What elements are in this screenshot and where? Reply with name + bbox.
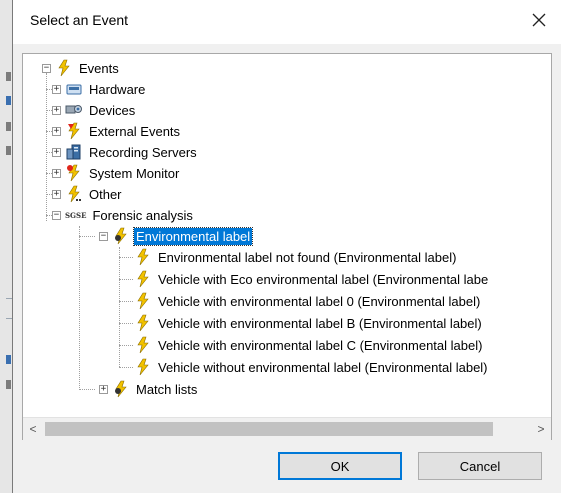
ok-button[interactable]: OK [278, 452, 402, 480]
tree-node-event[interactable]: Vehicle with environmental label C (Envi… [134, 335, 484, 355]
lightning-icon [134, 248, 152, 266]
background-fragment [6, 146, 11, 155]
tree-connector [119, 247, 120, 367]
tree-connector [46, 73, 47, 221]
tree-node-hardware[interactable]: Hardware [65, 79, 147, 99]
other-event-icon [65, 185, 83, 203]
tree-connector [79, 236, 95, 237]
background-fragment [6, 96, 11, 105]
scroll-left-button[interactable]: < [23, 418, 43, 440]
tree-connector [119, 257, 133, 258]
tree-expand-toggle[interactable]: + [52, 190, 61, 199]
analytics-event-icon [112, 380, 130, 398]
tree-node-event[interactable]: Vehicle with environmental label 0 (Envi… [134, 291, 482, 311]
tree-expand-toggle[interactable]: + [52, 127, 61, 136]
tree-connector [119, 367, 133, 368]
tree-collapse-toggle[interactable]: − [99, 232, 108, 241]
background-fragment [6, 72, 11, 81]
devices-icon [65, 101, 83, 119]
tree-expand-toggle[interactable]: + [52, 148, 61, 157]
background-fragment [6, 122, 11, 131]
chevron-right-icon: > [537, 422, 545, 436]
tree-node-forensic-analysis[interactable]: SGSE Forensic analysis [65, 205, 195, 225]
chevron-left-icon: < [29, 422, 37, 436]
tree-expand-toggle[interactable]: + [52, 169, 61, 178]
tree-expand-toggle[interactable]: + [52, 106, 61, 115]
tree-node-events[interactable]: Events [55, 58, 121, 78]
dialog-title: Select an Event [30, 12, 129, 28]
background-fragment [6, 380, 11, 389]
tree-node-other[interactable]: Other [65, 184, 124, 204]
event-tree[interactable]: − Events + Hardware + Devices + External… [22, 53, 552, 440]
tree-connector [119, 279, 133, 280]
tree-expand-toggle[interactable]: + [99, 385, 108, 394]
forensic-analysis-icon: SGSE [65, 210, 87, 220]
tree-node-event[interactable]: Vehicle with Eco environmental label (En… [134, 269, 490, 289]
select-event-dialog: Select an Event − Events + Hardware + De… [12, 0, 561, 493]
scrollbar-thumb[interactable] [45, 422, 493, 436]
recording-server-icon [65, 143, 83, 161]
title-bar: Select an Event [13, 0, 561, 44]
tree-connector [119, 345, 133, 346]
cancel-button[interactable]: Cancel [418, 452, 542, 480]
tree-connector [79, 226, 80, 390]
tree-node-devices[interactable]: Devices [65, 100, 137, 120]
system-monitor-icon [65, 164, 83, 182]
lightning-icon [134, 270, 152, 288]
scroll-right-button[interactable]: > [531, 418, 551, 440]
tree-node-environmental-label[interactable]: Environmental label [112, 226, 254, 246]
lightning-icon [134, 292, 152, 310]
horizontal-scrollbar[interactable]: < > [23, 417, 551, 440]
tree-node-recording-servers[interactable]: Recording Servers [65, 142, 199, 162]
tree-collapse-toggle[interactable]: − [52, 211, 61, 220]
tree-node-system-monitor[interactable]: System Monitor [65, 163, 181, 183]
close-button[interactable] [517, 0, 561, 40]
lightning-icon [55, 59, 73, 77]
lightning-icon [134, 314, 152, 332]
tree-node-event[interactable]: Environmental label not found (Environme… [134, 247, 458, 267]
external-event-icon [65, 122, 83, 140]
tree-node-event[interactable]: Vehicle without environmental label (Env… [134, 357, 490, 377]
hardware-icon [65, 80, 83, 98]
tree-node-event[interactable]: Vehicle with environmental label B (Envi… [134, 313, 484, 333]
tree-connector [119, 323, 133, 324]
tree-collapse-toggle[interactable]: − [42, 64, 51, 73]
tree-connector [79, 389, 95, 390]
tree-node-match-lists[interactable]: Match lists [112, 379, 199, 399]
tree-connector [119, 301, 133, 302]
background-fragment [6, 355, 11, 364]
lightning-icon [134, 358, 152, 376]
close-icon [532, 13, 546, 27]
tree-expand-toggle[interactable]: + [52, 85, 61, 94]
tree-node-external-events[interactable]: External Events [65, 121, 182, 141]
lightning-icon [134, 336, 152, 354]
analytics-event-icon [112, 227, 130, 245]
